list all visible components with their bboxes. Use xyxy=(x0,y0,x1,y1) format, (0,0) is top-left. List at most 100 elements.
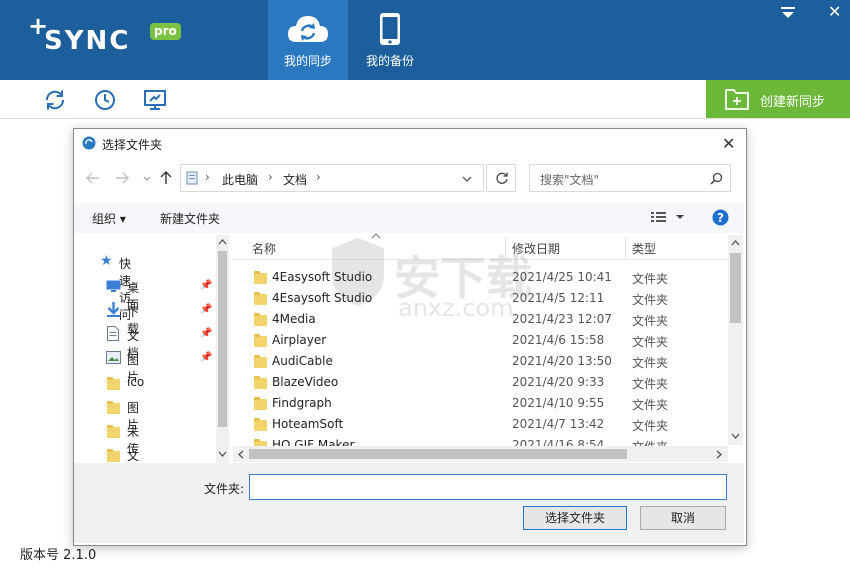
column-divider[interactable] xyxy=(505,236,506,258)
file-list-vertical-scrollbar[interactable] xyxy=(728,235,743,445)
file-row[interactable]: AudiCable 2021/4/20 13:50 文件夹 xyxy=(250,351,720,372)
pin-icon: 📌 xyxy=(200,328,213,339)
folder-icon xyxy=(107,377,120,390)
phone-icon xyxy=(380,13,400,45)
file-row[interactable]: 4Media 2021/4/23 12:07 文件夹 xyxy=(250,309,720,330)
file-date: 2021/4/5 12:11 xyxy=(512,291,605,305)
file-type: 文件夹 xyxy=(632,438,668,446)
scroll-up-icon[interactable] xyxy=(218,239,227,245)
file-date: 2021/4/23 12:07 xyxy=(512,312,612,326)
scroll-right-icon[interactable] xyxy=(716,450,722,459)
help-icon[interactable]: ? xyxy=(712,209,729,226)
cloud-sync-icon xyxy=(288,16,328,42)
select-folder-button[interactable]: 选择文件夹 xyxy=(523,506,627,530)
file-row[interactable]: BlazeVideo 2021/4/20 9:33 文件夹 xyxy=(250,372,720,393)
up-arrow-icon[interactable] xyxy=(160,171,172,185)
folder-icon xyxy=(254,355,267,368)
version-text: 版本号 2.1.0 xyxy=(20,548,97,563)
window-close-button[interactable]: ✕ xyxy=(828,4,844,20)
scrollbar-thumb[interactable] xyxy=(730,253,741,323)
pin-icon: 📌 xyxy=(200,280,213,291)
file-type: 文件夹 xyxy=(632,272,669,286)
dialog-title: 选择文件夹 xyxy=(102,138,163,152)
organize-menu[interactable]: 组织 ▾ xyxy=(92,210,126,227)
back-arrow-icon[interactable] xyxy=(86,172,100,184)
file-list-horizontal-scrollbar[interactable] xyxy=(233,446,728,462)
breadcrumb-separator-icon: › xyxy=(316,170,321,184)
dialog-close-button[interactable]: ✕ xyxy=(722,134,735,153)
file-date: 2021/4/16 8:54 xyxy=(512,438,605,446)
file-date: 2021/4/20 9:33 xyxy=(512,375,605,389)
breadcrumb-this-pc[interactable]: 此电脑 xyxy=(222,171,258,188)
view-options-icon[interactable] xyxy=(650,211,686,223)
folder-name-input[interactable] xyxy=(249,474,727,500)
desktop-icon xyxy=(106,280,121,292)
file-type: 文件夹 xyxy=(632,356,669,370)
file-name: Findgraph xyxy=(272,396,332,410)
tab-my-backup-label: 我的备份 xyxy=(365,54,414,68)
file-type: 文件夹 xyxy=(632,293,669,307)
breadcrumb-documents[interactable]: 文档 xyxy=(283,171,307,188)
folder-icon xyxy=(254,313,267,326)
file-row[interactable]: 4Easysoft Studio 2021/4/25 10:41 文件夹 xyxy=(250,267,720,288)
new-folder-button[interactable]: 新建文件夹 xyxy=(160,210,220,227)
folder-icon xyxy=(254,292,267,305)
sync-icon[interactable] xyxy=(43,88,67,112)
column-header-name[interactable]: 名称 xyxy=(252,240,276,257)
svg-text:?: ? xyxy=(717,211,724,225)
search-placeholder: 搜索"文档" xyxy=(540,173,600,187)
file-date: 2021/4/7 13:42 xyxy=(512,417,605,431)
file-type: 文件夹 xyxy=(632,314,669,328)
scrollbar-thumb[interactable] xyxy=(218,251,227,427)
scroll-left-icon[interactable] xyxy=(238,450,244,459)
add-folder-icon xyxy=(725,89,749,110)
file-name: 4Esaysoft Studio xyxy=(272,291,373,305)
address-bar[interactable]: › 此电脑 › 文档 › xyxy=(180,164,484,192)
tab-my-sync[interactable]: 我的同步 xyxy=(268,0,348,80)
scroll-down-icon[interactable] xyxy=(731,433,740,439)
file-date: 2021/4/10 9:55 xyxy=(512,396,605,410)
forward-arrow-icon[interactable] xyxy=(115,172,129,184)
file-row[interactable]: HoteamSoft 2021/4/7 13:42 文件夹 xyxy=(250,414,720,435)
file-date: 2021/4/20 13:50 xyxy=(512,354,612,368)
file-type: 文件夹 xyxy=(632,335,669,349)
nav-pane-scrollbar[interactable] xyxy=(216,235,229,463)
scroll-down-icon[interactable] xyxy=(218,451,227,457)
folder-icon xyxy=(254,376,267,389)
file-row[interactable]: Findgraph 2021/4/10 9:55 文件夹 xyxy=(250,393,720,414)
scroll-up-icon[interactable] xyxy=(731,240,740,246)
sort-ascending-icon xyxy=(371,233,381,239)
column-divider[interactable] xyxy=(625,236,626,258)
file-name: HoteamSoft xyxy=(272,417,344,431)
logo-text: SYNC xyxy=(44,26,131,56)
breadcrumb-separator-icon: › xyxy=(268,170,273,184)
create-sync-button[interactable]: 创建新同步 xyxy=(706,80,850,118)
recent-chevron-icon[interactable] xyxy=(143,176,151,182)
file-row[interactable]: HQ GIF Maker 2021/4/16 8:54 文件夹 xyxy=(250,435,720,446)
breadcrumb-separator-icon: › xyxy=(205,170,210,184)
monitor-icon[interactable] xyxy=(143,88,167,112)
pin-icon: 📌 xyxy=(200,352,213,363)
file-name: Airplayer xyxy=(272,333,327,347)
cancel-button[interactable]: 取消 xyxy=(640,506,726,530)
refresh-button[interactable] xyxy=(486,164,516,192)
tab-my-sync-label: 我的同步 xyxy=(283,54,332,68)
pin-icon: 📌 xyxy=(200,304,213,315)
file-name: 4Media xyxy=(272,312,316,326)
history-icon[interactable] xyxy=(93,88,117,112)
menu-dropdown-icon[interactable] xyxy=(780,6,796,20)
scrollbar-thumb[interactable] xyxy=(249,449,627,459)
column-header-date[interactable]: 修改日期 xyxy=(512,240,560,257)
file-name: 4Easysoft Studio xyxy=(272,270,373,284)
folder-icon xyxy=(254,397,267,410)
column-header-type[interactable]: 类型 xyxy=(632,240,656,257)
tab-my-backup[interactable]: 我的备份 xyxy=(350,0,430,80)
folder-icon xyxy=(254,271,267,284)
create-sync-label: 创建新同步 xyxy=(760,95,826,110)
file-row[interactable]: Airplayer 2021/4/6 15:58 文件夹 xyxy=(250,330,720,351)
folder-icon xyxy=(107,425,120,438)
dialog-app-icon xyxy=(82,136,96,150)
address-dropdown-icon[interactable] xyxy=(462,176,472,182)
file-row[interactable]: 4Esaysoft Studio 2021/4/5 12:11 文件夹 xyxy=(250,288,720,309)
file-name: AudiCable xyxy=(272,354,333,368)
